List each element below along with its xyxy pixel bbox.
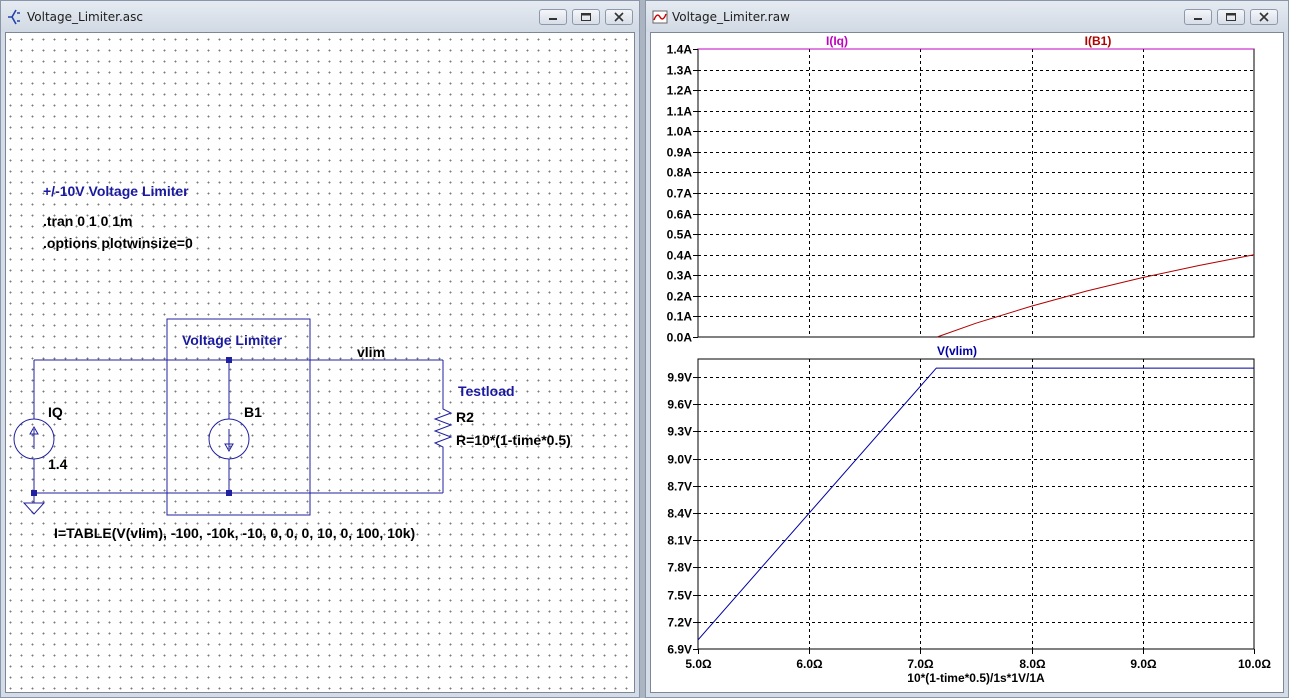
y-tick-label: 9.9V: [667, 371, 692, 385]
y-tick-label: 0.5A: [667, 228, 693, 242]
minimize-button[interactable]: [1184, 9, 1212, 25]
y-tick-label: 1.0A: [667, 125, 693, 139]
close-button[interactable]: [1250, 9, 1278, 25]
window-title: Voltage_Limiter.asc: [27, 10, 143, 24]
close-icon: [1259, 12, 1269, 22]
waveform-icon: [652, 10, 668, 24]
minimize-icon: [1194, 18, 1202, 20]
iq-name[interactable]: IQ: [48, 404, 63, 420]
iq-current-source-symbol: [13, 418, 55, 460]
plot-area[interactable]: 0.0A 0.1A 0.2A 0.3A 0.4A 0.5A 0.6A 0.7A 0.8A 0.9A…: [650, 32, 1284, 693]
plot-window[interactable]: Voltage_Limiter.raw 0.0A 0.1A 0.2A 0.3A 0.4A…: [645, 0, 1289, 698]
schematic-icon: [8, 9, 20, 25]
y-tick-label: 0.8A: [667, 166, 693, 180]
maximize-button[interactable]: [572, 9, 600, 25]
b1-current-source-symbol: [208, 418, 250, 460]
panel-frame: [697, 358, 1255, 650]
minimize-icon: [549, 18, 557, 20]
maximize-button[interactable]: [1217, 9, 1245, 25]
ground-symbol: [22, 502, 46, 515]
r2-value[interactable]: R=10*(1-time*0.5): [456, 432, 571, 448]
waveform-plot[interactable]: 0.0A 0.1A 0.2A 0.3A 0.4A 0.5A 0.6A 0.7A 0.8A 0.9A…: [651, 33, 1284, 693]
window-title: Voltage_Limiter.raw: [672, 10, 790, 24]
x-tick-label: 10.0Ω: [1238, 657, 1271, 671]
options-directive[interactable]: .options plotwinsize=0: [43, 235, 193, 251]
schematic-canvas[interactable]: +/-10V Voltage Limiter .tran 0 1 0 1m .o…: [5, 32, 635, 693]
y-tick-label: 7.8V: [667, 561, 692, 575]
y-tick-label: 0.9A: [667, 146, 693, 160]
x-axis-label: 10*(1-time*0.5)/1s*1V/1A: [907, 671, 1045, 685]
y-tick-label: 9.6V: [667, 398, 692, 412]
series-label: I(Iq): [826, 34, 848, 48]
series-label: I(B1): [1085, 34, 1112, 48]
y-tick-label: 8.7V: [667, 480, 692, 494]
y-tick-label: 1.4A: [667, 43, 693, 57]
minimize-button[interactable]: [539, 9, 567, 25]
y-tick-label: 1.2A: [667, 84, 693, 98]
y-tick-label: 0.2A: [667, 290, 693, 304]
y-tick-label: 7.5V: [667, 589, 692, 603]
net-label-vlim[interactable]: vlim: [357, 344, 385, 360]
y-tick-label: 1.1A: [667, 105, 693, 119]
limiter-block-frame: [166, 318, 311, 516]
close-icon: [614, 12, 624, 22]
r2-resistor-symbol: [433, 403, 453, 450]
schematic-titlebar[interactable]: Voltage_Limiter.asc: [1, 1, 639, 32]
junction-b1-bottom: [226, 490, 232, 496]
comment-text[interactable]: +/-10V Voltage Limiter: [43, 183, 189, 199]
tran-directive[interactable]: .tran 0 1 0 1m: [43, 213, 133, 229]
maximize-icon: [1226, 13, 1236, 21]
y-tick-label: 8.4V: [667, 507, 692, 521]
y-tick-label: 0.7A: [667, 187, 693, 201]
schematic-window[interactable]: Voltage_Limiter.asc +/-10V Voltage Limit…: [0, 0, 640, 698]
plot-titlebar[interactable]: Voltage_Limiter.raw: [646, 1, 1288, 32]
y-tick-label: 8.1V: [667, 534, 692, 548]
y-tick-label: 6.9V: [667, 643, 692, 657]
series-label: V(vlim): [937, 344, 977, 358]
y-tick-label: 1.3A: [667, 64, 693, 78]
y-tick-label: 0.0A: [667, 331, 693, 345]
testload-label[interactable]: Testload: [458, 383, 515, 399]
b1-expression[interactable]: I=TABLE(V(vlim), -100, -10k, -10, 0, 0, …: [54, 525, 415, 541]
b1-name[interactable]: B1: [244, 404, 262, 420]
y-tick-label: 9.3V: [667, 425, 692, 439]
x-tick-label: 7.0Ω: [907, 657, 934, 671]
maximize-icon: [581, 13, 591, 21]
junction-top: [226, 357, 232, 363]
x-tick-label: 8.0Ω: [1019, 657, 1046, 671]
y-tick-label: 0.4A: [667, 249, 693, 263]
y-tick-label: 0.1A: [667, 310, 693, 324]
r2-name[interactable]: R2: [456, 409, 474, 425]
block-label[interactable]: Voltage Limiter: [182, 332, 282, 348]
y-tick-label: 9.0V: [667, 453, 692, 467]
schematic-drawing: [13, 318, 453, 516]
x-tick-label: 5.0Ω: [685, 657, 712, 671]
close-button[interactable]: [605, 9, 633, 25]
y-tick-label: 7.2V: [667, 616, 692, 630]
x-tick-label: 9.0Ω: [1130, 657, 1157, 671]
junction-ground: [31, 490, 37, 496]
y-tick-label: 0.6A: [667, 208, 693, 222]
iq-value[interactable]: 1.4: [48, 456, 67, 472]
y-tick-label: 0.3A: [667, 269, 693, 283]
x-tick-label: 6.0Ω: [796, 657, 823, 671]
